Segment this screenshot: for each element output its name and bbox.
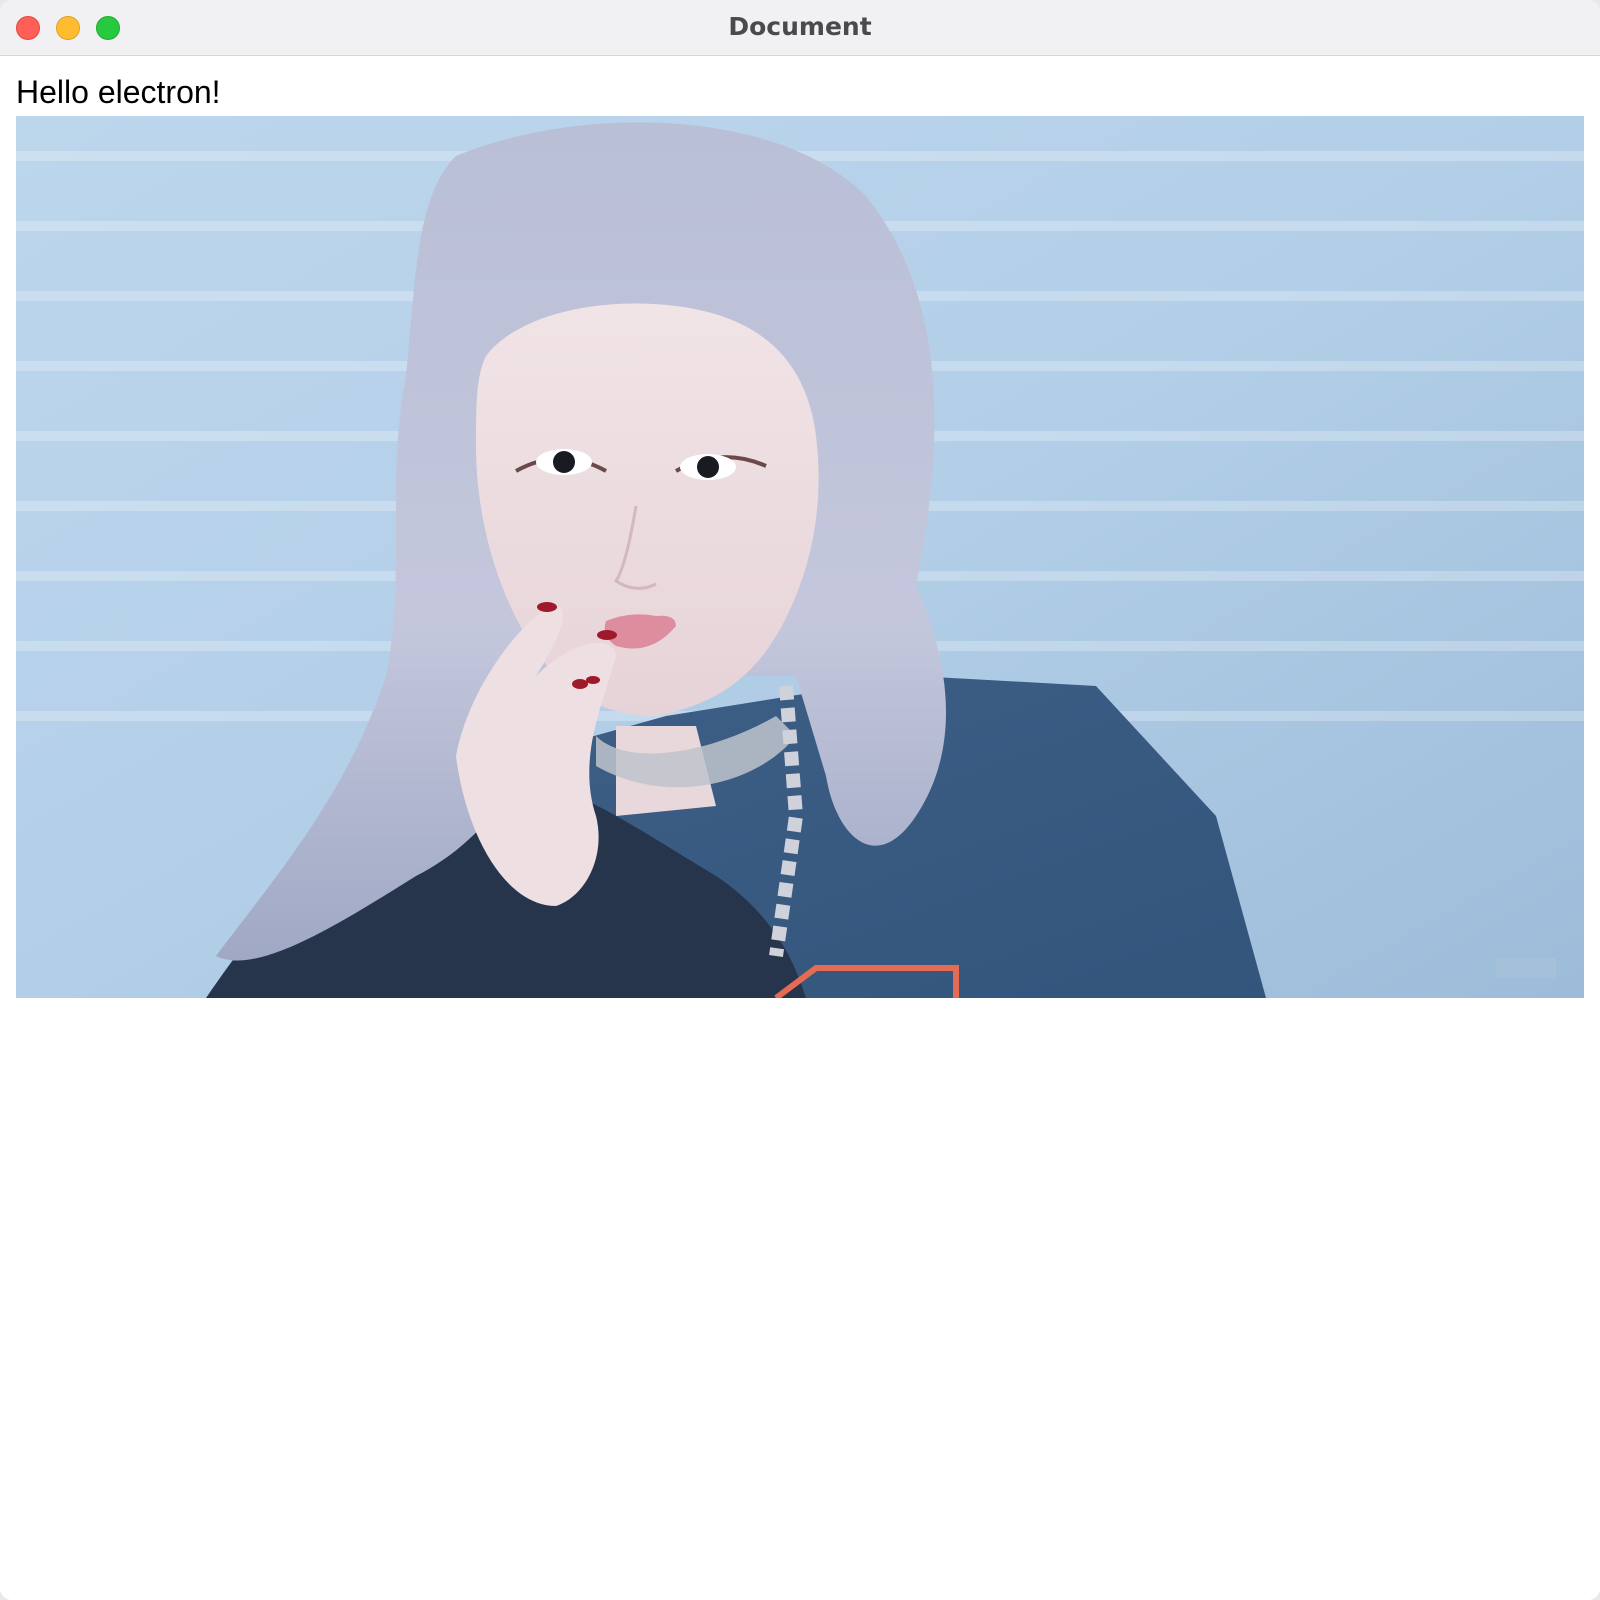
close-window-button[interactable] <box>16 16 40 40</box>
page-content: Hello electron! <box>0 56 1600 1600</box>
page-heading: Hello electron! <box>16 74 221 110</box>
portrait-photo-icon <box>16 116 1584 998</box>
minimize-window-button[interactable] <box>56 16 80 40</box>
zoom-window-button[interactable] <box>96 16 120 40</box>
title-bar[interactable]: Document <box>0 0 1600 56</box>
app-window: Document Hello electron! <box>0 0 1600 1600</box>
portrait-image <box>16 116 1584 998</box>
window-title: Document <box>728 12 872 41</box>
